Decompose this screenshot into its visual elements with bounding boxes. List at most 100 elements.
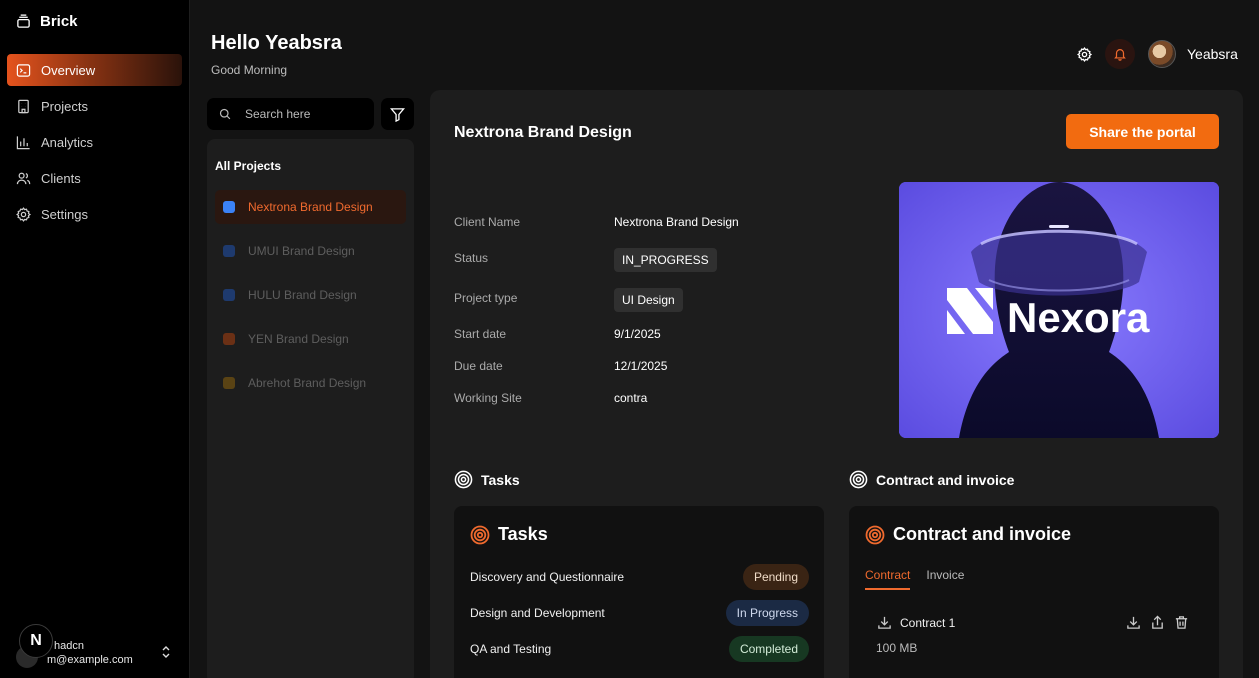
- task-row[interactable]: QA and Testing Completed: [470, 636, 809, 662]
- status-badge: IN_PROGRESS: [614, 248, 717, 272]
- task-row[interactable]: Design and Development In Progress: [470, 600, 809, 626]
- sidebar-item-label: Analytics: [41, 134, 94, 150]
- sidebar-item-label: Settings: [41, 206, 88, 222]
- building-icon: [18, 99, 29, 113]
- contract-tabs: Contract Invoice: [865, 568, 964, 590]
- target-icon: [454, 470, 473, 489]
- task-row[interactable]: Discovery and Questionnaire Pending: [470, 564, 809, 590]
- task-name: QA and Testing: [470, 642, 552, 656]
- project-item[interactable]: Nextrona Brand Design: [215, 190, 406, 224]
- tab-invoice[interactable]: Invoice: [926, 568, 964, 590]
- task-name: Discovery and Questionnaire: [470, 570, 625, 584]
- gear-icon: [1076, 46, 1092, 62]
- brand-logo[interactable]: Brick: [16, 13, 78, 30]
- page-title: Hello Yeabsra: [211, 32, 342, 54]
- target-icon: [470, 525, 490, 544]
- sidebar-nav: Overview Projects Analytics Clients Sett…: [7, 54, 182, 234]
- tab-contract[interactable]: Contract: [865, 568, 911, 590]
- sidebar-item-analytics[interactable]: Analytics: [7, 126, 182, 158]
- download-icon: [1126, 616, 1140, 629]
- detail-label: Status: [454, 251, 489, 265]
- avatar[interactable]: [1148, 40, 1176, 68]
- detail-value: 9/1/2025: [614, 327, 661, 341]
- sidebar-item-label: Overview: [41, 62, 96, 78]
- stack-icon: [17, 14, 30, 28]
- section-title: Contract and invoice: [876, 471, 1015, 488]
- n-badge[interactable]: N: [19, 624, 53, 658]
- sidebar-item-label: Clients: [41, 170, 81, 186]
- project-name: YEN Brand Design: [248, 332, 349, 346]
- file-name[interactable]: Contract 1: [900, 616, 955, 630]
- detail-label: Start date: [454, 327, 507, 341]
- header-user-name[interactable]: Yeabsra: [1187, 46, 1238, 62]
- sidebar-item-settings[interactable]: Settings: [7, 198, 182, 230]
- sidebar-item-overview[interactable]: Overview: [7, 54, 182, 86]
- project-name: Abrehot Brand Design: [248, 376, 367, 390]
- file-actions: [1125, 614, 1189, 630]
- project-color-dot: [223, 333, 235, 345]
- delete-button[interactable]: [1173, 614, 1189, 630]
- project-list: All Projects Nextrona Brand Design UMUI …: [207, 139, 414, 678]
- detail-label: Due date: [454, 359, 503, 373]
- download-icon: [878, 616, 891, 629]
- settings-button[interactable]: [1070, 38, 1098, 70]
- project-item[interactable]: UMUI Brand Design: [215, 234, 406, 268]
- project-item[interactable]: HULU Brand Design: [215, 278, 406, 312]
- search-input[interactable]: [245, 107, 365, 121]
- project-color-dot: [223, 377, 235, 389]
- file-size: 100 MB: [876, 641, 918, 655]
- card-title: Contract and invoice: [893, 524, 1072, 544]
- task-name: Design and Development: [470, 606, 605, 620]
- project-title: Nextrona Brand Design: [454, 124, 632, 141]
- detail-label: Client Name: [454, 215, 521, 229]
- user-email: m@example.com: [47, 654, 133, 666]
- brand-name: Brick: [40, 13, 78, 30]
- status-badge: Completed: [728, 636, 809, 662]
- contract-card-header: Contract and invoice: [865, 524, 1071, 545]
- bell-icon: [1114, 49, 1126, 61]
- share-button[interactable]: [1149, 614, 1165, 630]
- detail-label: Project type: [454, 291, 518, 305]
- share-portal-button[interactable]: Share the portal: [1066, 114, 1219, 149]
- status-badge: In Progress: [725, 600, 809, 626]
- trash-icon: [1175, 615, 1187, 629]
- sidebar-item-projects[interactable]: Projects: [7, 90, 182, 122]
- project-name: UMUI Brand Design: [248, 244, 355, 258]
- project-name: HULU Brand Design: [248, 288, 357, 302]
- detail-value: Nextrona Brand Design: [614, 215, 739, 229]
- download-button[interactable]: [1125, 614, 1141, 630]
- users-icon: [16, 172, 31, 184]
- contract-section-header: Contract and invoice: [849, 470, 1014, 489]
- project-item[interactable]: YEN Brand Design: [215, 322, 406, 356]
- project-type-badge: UI Design: [614, 288, 683, 312]
- notifications-button[interactable]: [1105, 39, 1135, 69]
- status-badge: Pending: [742, 564, 809, 590]
- project-detail-panel: Nextrona Brand Design Share the portal C…: [430, 90, 1243, 678]
- sidebar-item-clients[interactable]: Clients: [7, 162, 182, 194]
- upload-icon: [1151, 614, 1163, 629]
- card-title: Tasks: [498, 524, 548, 544]
- project-color-dot: [223, 201, 235, 213]
- user-name: hadcn: [54, 640, 84, 652]
- search-icon: [219, 108, 231, 120]
- sidebar-user-menu[interactable]: N hadcn m@example.com: [14, 624, 179, 670]
- search-box: [207, 98, 374, 130]
- chevrons-up-down-icon[interactable]: [160, 645, 172, 659]
- section-title: Tasks: [481, 471, 520, 488]
- sidebar-item-label: Projects: [41, 98, 88, 114]
- detail-value: 12/1/2025: [614, 359, 668, 373]
- sidebar: Brick Overview Projects Analytics Client…: [0, 0, 190, 678]
- detail-value: contra: [614, 391, 648, 405]
- project-color-dot: [223, 289, 235, 301]
- project-cover-image: Nexora: [899, 182, 1219, 438]
- project-color-dot: [223, 245, 235, 257]
- project-name: Nextrona Brand Design: [248, 200, 373, 214]
- gear-icon: [16, 206, 31, 222]
- page-subtitle: Good Morning: [211, 63, 288, 77]
- contract-card: Contract and invoice Contract Invoice Co…: [849, 506, 1219, 678]
- filter-button[interactable]: [381, 98, 414, 130]
- detail-label: Working Site: [454, 391, 522, 405]
- tasks-section-header: Tasks: [454, 470, 520, 489]
- project-item[interactable]: Abrehot Brand Design: [215, 366, 406, 400]
- project-list-title: All Projects: [215, 159, 282, 173]
